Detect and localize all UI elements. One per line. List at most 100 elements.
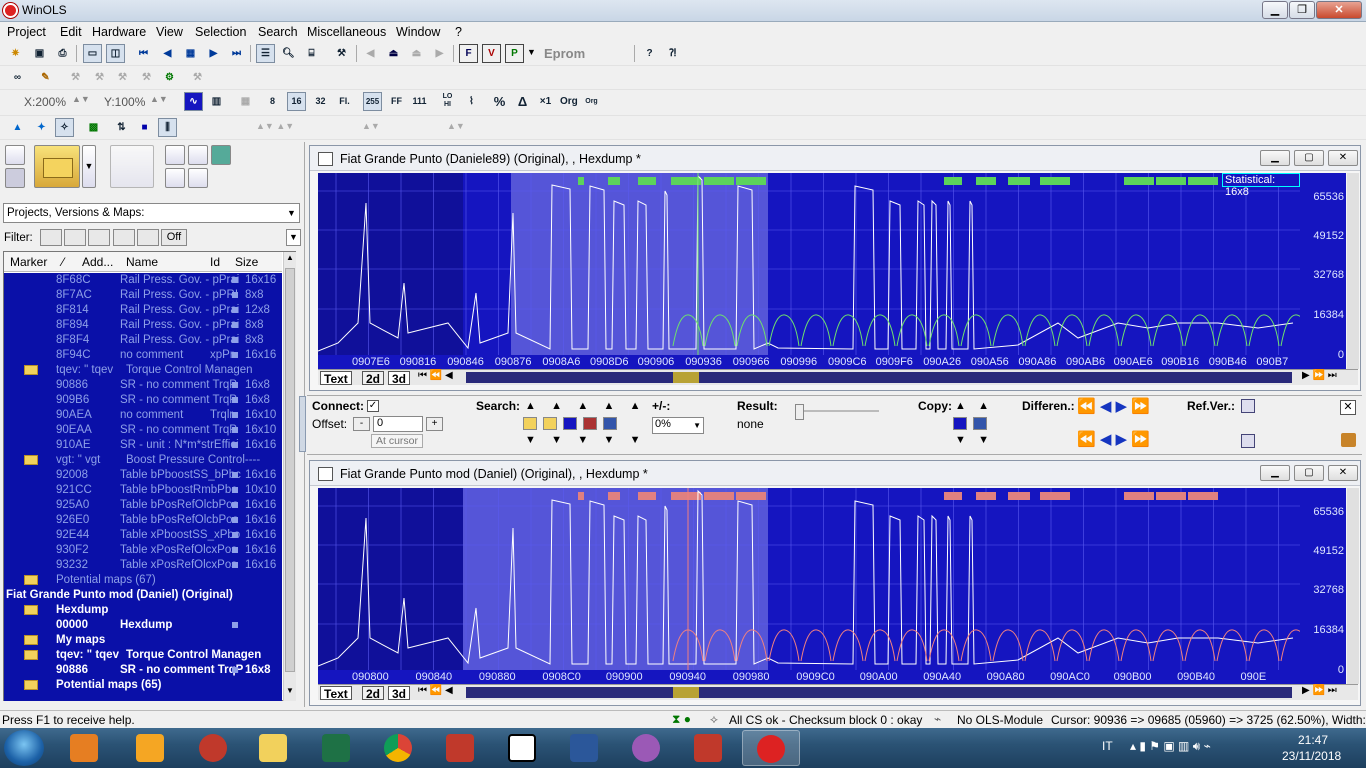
export-map-icon[interactable] (165, 168, 185, 188)
tree-row[interactable]: 921CC Table bPboostRmbPbc 10x10 (4, 483, 282, 498)
taskbar-ecm[interactable] (432, 730, 490, 766)
diff-nav-top-icons[interactable]: ⏪ ◀ ▶ ⏩ (1077, 397, 1150, 415)
tree-row[interactable]: 90886 SR - no comment TrqP 16x8 (4, 378, 282, 393)
table-mode-icon[interactable]: ▦ (236, 92, 255, 111)
menu-miscellaneous[interactable]: Miscellaneous (307, 25, 386, 39)
scroll-down-icon[interactable]: ▼ (285, 686, 295, 698)
graph2-plot[interactable]: 090800 090840 090880 0908C0 090900 090940 0909… (318, 488, 1300, 684)
delta-button[interactable]: Δ (513, 92, 532, 111)
forward-icon[interactable]: ▶ (430, 44, 449, 63)
merge-icon[interactable]: ⚒ (137, 68, 156, 87)
refver-top-icon[interactable] (1241, 399, 1255, 413)
graph-mode-icon[interactable]: ∿ (184, 92, 203, 111)
prev-icon[interactable]: ◀ (158, 44, 177, 63)
taskbar-media-player[interactable] (56, 730, 114, 766)
chart-icon[interactable]: ▲ (8, 118, 27, 137)
compare-icon[interactable]: ⚒ (113, 68, 132, 87)
f-box-icon[interactable]: F (459, 44, 478, 63)
taskbar-word[interactable] (556, 730, 614, 766)
taskbar-explorer[interactable] (245, 730, 303, 766)
chevron-down-icon[interactable]: ▼ (527, 47, 536, 57)
tree-row[interactable]: 8F8F4 Rail Press. Gov. - pPrai 8x8 (4, 333, 282, 348)
tolerance-select[interactable]: 0% ▼ (652, 417, 704, 434)
tree-row[interactable]: 8F7AC Rail Press. Gov. - pPRI 8x8 (4, 288, 282, 303)
menu-selection[interactable]: Selection (195, 25, 246, 39)
tree-project[interactable]: Fiat Grande Punto mod (Daniel) (Original… (4, 588, 282, 603)
network-icon[interactable] (211, 145, 231, 165)
tab-2d[interactable]: 2d (362, 371, 385, 386)
wave-icon[interactable]: ⌇ (462, 92, 481, 111)
square-icon[interactable]: ■ (135, 118, 154, 137)
clock-time[interactable]: 21:47 (1298, 733, 1328, 747)
menu-hardware[interactable]: Hardware (92, 25, 146, 39)
search-diff-icon[interactable] (543, 417, 557, 430)
v-box-icon[interactable]: V (482, 44, 501, 63)
hex-ff-button[interactable]: FF (387, 92, 406, 111)
col-address[interactable]: Add... (82, 255, 113, 269)
print-icon[interactable]: ⎙ (53, 44, 72, 63)
bits-8-button[interactable]: 8 (263, 92, 282, 111)
window2-close[interactable]: ✕ (1328, 465, 1358, 481)
tree-row[interactable]: 00000 Hexdump (4, 618, 282, 633)
tree-folder[interactable]: tqev: " tqev Torque Control Managen (4, 363, 282, 378)
nav-last-icon[interactable]: ▶ ⏩ ⏭ (1302, 685, 1337, 696)
list-icon[interactable]: ☰ (256, 44, 275, 63)
columns-icon[interactable]: ⫼ (158, 118, 177, 137)
taskbar-7zip[interactable] (494, 730, 552, 766)
book-icon[interactable] (1341, 433, 1356, 447)
graph1-hscroll-thumb[interactable] (673, 372, 699, 383)
project-folder-icon[interactable] (110, 145, 154, 188)
copy-table-icon[interactable] (973, 417, 987, 430)
tree-row[interactable]: 8F894 Rail Press. Gov. - pPrai 8x8 (4, 318, 282, 333)
first-icon[interactable]: ⏮ (134, 44, 153, 63)
taskbar-app-2[interactable] (122, 730, 180, 766)
tree-folder[interactable]: My maps (4, 633, 282, 648)
zoom-x-label[interactable]: X:200% (24, 95, 66, 109)
wand-icon[interactable]: ✷ (6, 44, 25, 63)
original-button[interactable]: Org (559, 92, 578, 111)
search-down-icons[interactable]: ▼ ▼ ▼ ▼ ▼ (525, 434, 641, 446)
menu-edit[interactable]: Edit (60, 25, 82, 39)
graph1-plot[interactable]: 0907E6 090816 090846 090876 0908A6 0908D6 0909… (318, 173, 1300, 369)
unsigned-255-button[interactable]: 255 (363, 92, 382, 111)
panel-splitter[interactable] (299, 396, 306, 452)
tree-row[interactable]: 8F814 Rail Press. Gov. - pPrai 12x8 (4, 303, 282, 318)
scroll-up-icon[interactable]: ▲ (285, 253, 295, 265)
refver-bottom-icon[interactable] (1241, 434, 1255, 448)
search-map-icon[interactable] (563, 417, 577, 430)
col-sort[interactable]: ⁄ (62, 255, 64, 269)
nav-first-icon[interactable]: ⏮ ⏪ ◀ (418, 685, 453, 696)
winols-app-icon[interactable] (3, 3, 18, 18)
tree-row[interactable]: 910AE SR - unit : N*m*strEffici 16x16 (4, 438, 282, 453)
sort-icon[interactable]: ⇅ (112, 118, 131, 137)
connect-icon[interactable]: ∞ (8, 68, 27, 87)
filter-dim-button[interactable] (88, 229, 110, 246)
clock-date[interactable]: 23/11/2018 (1282, 749, 1341, 763)
find-maps-icon[interactable] (188, 145, 208, 165)
magic-icon[interactable]: ✧ (55, 118, 74, 137)
tab-text[interactable]: Text (320, 686, 352, 701)
menu-help[interactable]: ? (455, 25, 462, 39)
graph1-hscroll[interactable] (466, 372, 1292, 383)
col-name[interactable]: Name (126, 255, 158, 269)
original-diff-button[interactable]: Org (582, 92, 601, 111)
copy-down-icons[interactable]: ▼ ▼ (955, 434, 989, 446)
tray-icons[interactable]: ▴ ▮ ⚑ ▣ ▥ 🔊︎ ⌁ (1130, 739, 1211, 754)
bits-32-button[interactable]: 32 (311, 92, 330, 111)
write-icon[interactable]: ✎ (36, 68, 55, 87)
tree-row[interactable]: 90886 SR - no comment TrqP 16x8 (4, 663, 282, 678)
copy-up-icons[interactable]: ▲ ▲ (955, 400, 989, 412)
plugin-icon[interactable]: ⚒ (188, 68, 207, 87)
import-icon[interactable]: ⚒ (66, 68, 85, 87)
zoom-x-spinner[interactable]: ▲▼ (72, 94, 90, 104)
menu-view[interactable]: View (156, 25, 183, 39)
connect-checkbox[interactable]: ✓ (367, 400, 379, 412)
zoom-y-spinner[interactable]: ▲▼ (150, 94, 168, 104)
map-window-icon[interactable] (165, 145, 185, 165)
open-project-button[interactable] (34, 145, 80, 188)
tree-folder[interactable]: Potential maps (67) (4, 573, 282, 588)
open-dropdown-button[interactable]: ▼ (82, 145, 96, 188)
back-icon[interactable]: ◀ (361, 44, 380, 63)
filter-off-button[interactable]: Off (161, 229, 187, 246)
download-icon[interactable]: ⏏ (407, 44, 426, 63)
